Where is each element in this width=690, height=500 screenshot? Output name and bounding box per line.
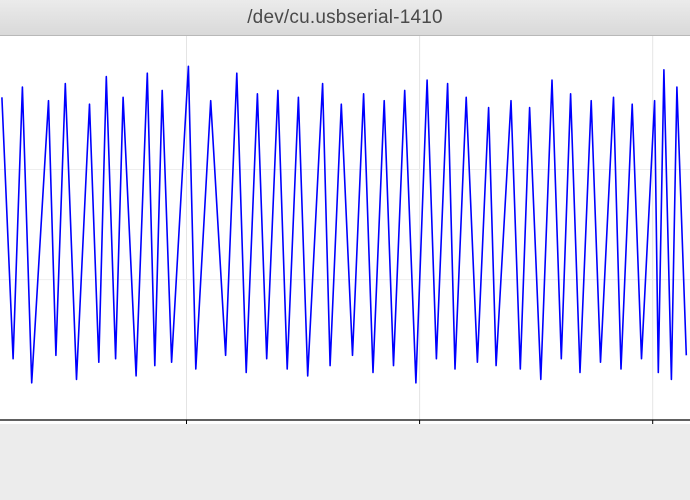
data-point (135, 375, 137, 377)
data-point (307, 375, 309, 377)
data-point (341, 103, 343, 105)
data-point (225, 355, 227, 357)
data-point (658, 372, 660, 374)
data-point (329, 365, 331, 367)
data-point (298, 97, 300, 99)
data-point (488, 107, 490, 109)
plot-area[interactable]: 348736123737 (0, 36, 690, 424)
data-point (510, 100, 512, 102)
data-point (654, 100, 656, 102)
data-point (404, 90, 406, 92)
data-point (55, 355, 57, 357)
data-point (529, 107, 531, 109)
data-point (495, 365, 497, 367)
data-point (122, 97, 124, 99)
data-point (195, 368, 197, 370)
data-point (210, 100, 212, 102)
data-point (590, 100, 592, 102)
window-title: /dev/cu.usbserial-1410 (247, 7, 443, 28)
data-point (147, 72, 149, 74)
data-point (363, 93, 365, 95)
data-point (426, 79, 428, 81)
data-point (48, 100, 50, 102)
data-point (98, 361, 100, 363)
data-point (393, 365, 395, 367)
data-point (620, 368, 622, 370)
data-point (31, 382, 33, 384)
data-point (161, 90, 163, 92)
series-layer (1, 65, 688, 384)
data-point (570, 93, 572, 95)
data-point (631, 103, 633, 105)
data-point (12, 358, 14, 360)
data-point (352, 355, 354, 357)
data-point (436, 358, 438, 360)
data-point (447, 83, 449, 85)
data-point (245, 372, 247, 374)
data-point (579, 372, 581, 374)
data-point (641, 358, 643, 360)
serial-plot-chart: 348736123737 (0, 36, 690, 424)
plot-window: /dev/cu.usbserial-1410 348736123737 (0, 0, 690, 500)
data-point (600, 361, 602, 363)
data-point (286, 368, 288, 370)
data-point (65, 83, 67, 85)
data-point (540, 379, 542, 381)
data-point (477, 361, 479, 363)
data-point (520, 368, 522, 370)
data-point (1, 97, 3, 99)
data-point (76, 379, 78, 381)
data-point (454, 368, 456, 370)
data-point (561, 358, 563, 360)
data-point (22, 86, 24, 88)
data-point (154, 365, 156, 367)
data-point (465, 97, 467, 99)
data-point (266, 358, 268, 360)
data-point (676, 86, 678, 88)
data-point (236, 72, 238, 74)
data-point (277, 90, 279, 92)
data-point (663, 69, 665, 71)
data-point (115, 358, 117, 360)
data-point (106, 76, 108, 78)
window-bottom-area (0, 424, 690, 500)
data-point (322, 83, 324, 85)
data-point (383, 100, 385, 102)
data-point (551, 79, 553, 81)
data-point (372, 372, 374, 374)
data-point (188, 66, 190, 68)
data-point (671, 379, 673, 381)
data-point (257, 93, 259, 95)
title-bar[interactable]: /dev/cu.usbserial-1410 (0, 0, 690, 36)
data-point (89, 103, 91, 105)
series-line (1, 65, 688, 384)
data-point (686, 355, 688, 357)
data-point (171, 361, 173, 363)
data-point (415, 382, 417, 384)
data-point (613, 97, 615, 99)
